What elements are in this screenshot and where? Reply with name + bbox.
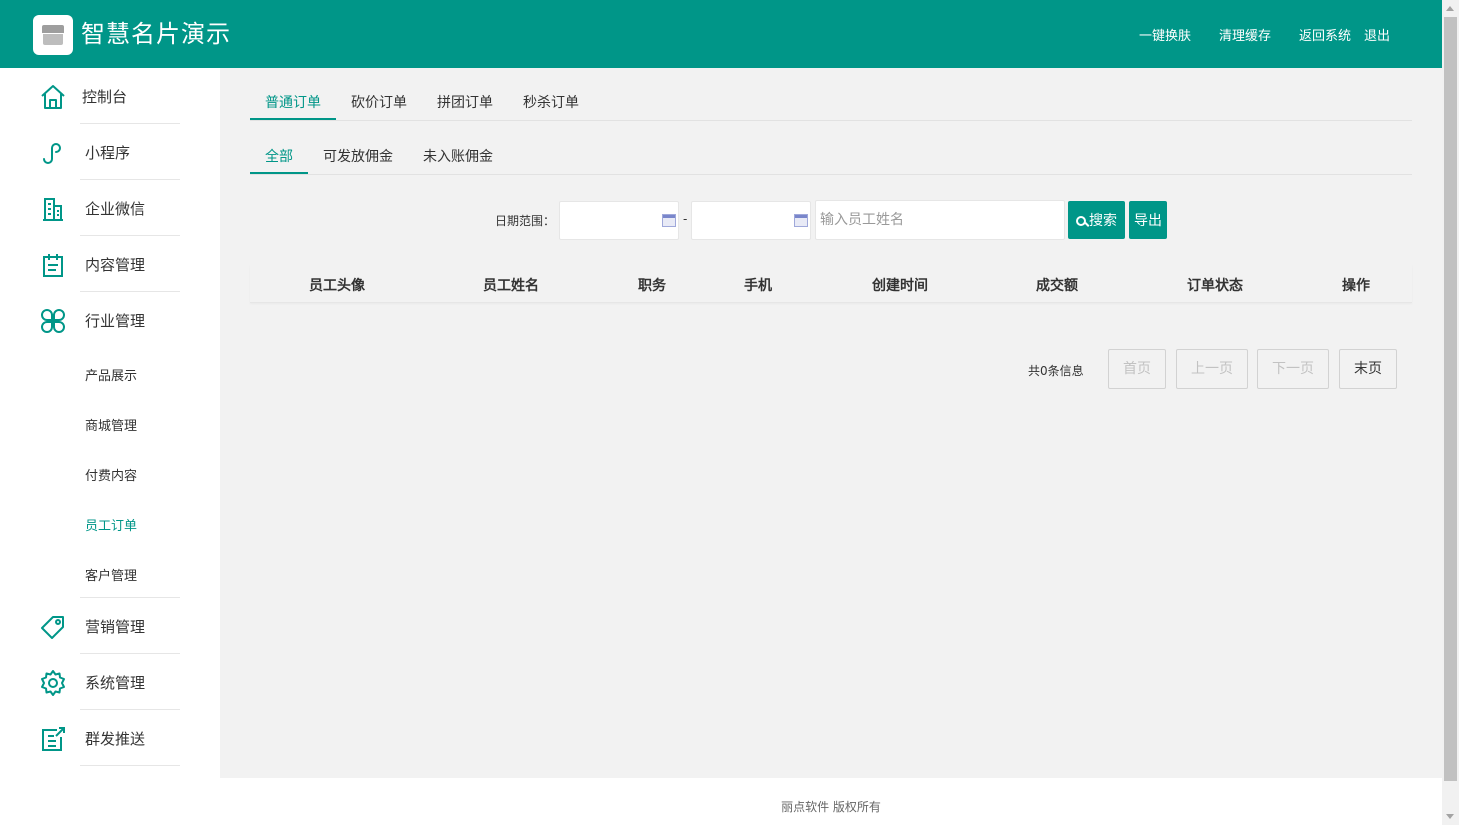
tab-normal-orders[interactable]: 普通订单 <box>265 92 321 112</box>
home-icon <box>41 85 65 109</box>
sidebar-item-label: 小程序 <box>85 144 131 162</box>
sidebar-subitem-customers[interactable]: 客户管理 <box>85 565 137 584</box>
column-header: 成交额 <box>1036 278 1078 294</box>
edit-doc-icon <box>42 727 65 751</box>
sidebar-item-miniprogram[interactable]: 小程序 <box>0 124 220 180</box>
order-type-tabs: 普通订单 砍价订单 拼团订单 秒杀订单 <box>250 68 1412 121</box>
logout-link[interactable]: 退出 <box>1364 25 1390 44</box>
staff-name-search-input[interactable] <box>815 200 1065 240</box>
orders-table-header: 员工头像 员工姓名 职务 手机 创建时间 成交额 订单状态 操作 <box>250 265 1412 303</box>
first-page-button[interactable]: 首页 <box>1108 349 1166 389</box>
gear-icon <box>41 670 65 696</box>
tag-icon <box>41 616 64 639</box>
tab-flash-sale-orders[interactable]: 秒杀订单 <box>523 92 579 112</box>
sidebar-item-label: 内容管理 <box>85 256 146 274</box>
active-tab-indicator <box>250 172 308 174</box>
search-button[interactable]: 搜索 <box>1068 201 1125 239</box>
vertical-scrollbar[interactable] <box>1442 0 1459 825</box>
sidebar-subitem-staff-orders[interactable]: 员工订单 <box>85 515 137 534</box>
column-header: 创建时间 <box>872 278 928 294</box>
calendar-icon <box>794 214 808 227</box>
prev-page-button[interactable]: 上一页 <box>1176 349 1248 389</box>
sidebar: 控制台 小程序 企业微信 内容管理 行业管理 产品展示 商城管理 付费内容 员工… <box>0 68 220 778</box>
column-header: 职务 <box>638 278 666 294</box>
column-header: 员工头像 <box>309 278 365 294</box>
building-icon <box>43 198 63 221</box>
date-range-label: 日期范围： <box>495 214 556 228</box>
scroll-thumb[interactable] <box>1444 17 1457 781</box>
sidebar-item-console[interactable]: 控制台 <box>0 68 220 124</box>
export-button[interactable]: 导出 <box>1129 201 1167 239</box>
sidebar-item-label: 企业微信 <box>85 200 146 218</box>
clear-cache-link[interactable]: 清理缓存 <box>1219 25 1271 44</box>
tab-unposted-commission[interactable]: 未入账佣金 <box>423 146 493 166</box>
sidebar-item-industry[interactable]: 行业管理 <box>0 292 220 348</box>
column-header: 员工姓名 <box>483 278 539 294</box>
start-date-input[interactable] <box>559 201 679 240</box>
clover-icon <box>41 309 65 333</box>
store-logo-icon <box>33 15 73 55</box>
search-bar: 日期范围： - 搜索 导出 <box>220 200 1442 240</box>
scroll-up-icon[interactable] <box>1446 6 1454 11</box>
top-header: 智慧名片演示 一键换肤 清理缓存 返回系统 退出 <box>0 0 1442 68</box>
sidebar-item-label: 行业管理 <box>85 312 146 330</box>
calendar-icon <box>662 214 676 227</box>
tab-payable-commission[interactable]: 可发放佣金 <box>323 146 393 166</box>
main-content: 普通订单 砍价订单 拼团订单 秒杀订单 全部 可发放佣金 未入账佣金 日期范围：… <box>220 68 1442 778</box>
pagination: 共0条信息 首页 上一页 下一页 末页 <box>220 349 1442 389</box>
search-icon <box>1076 216 1086 226</box>
sidebar-subitem-paid-content[interactable]: 付费内容 <box>85 465 137 484</box>
change-skin-link[interactable]: 一键换肤 <box>1139 25 1191 44</box>
next-page-button[interactable]: 下一页 <box>1257 349 1329 389</box>
column-header: 手机 <box>744 278 772 294</box>
total-count: 共0条信息 <box>1028 364 1084 378</box>
clipboard-icon <box>43 254 63 277</box>
sidebar-item-system[interactable]: 系统管理 <box>0 654 220 710</box>
tab-bargain-orders[interactable]: 砍价订单 <box>351 92 407 112</box>
tab-group-orders[interactable]: 拼团订单 <box>437 92 493 112</box>
scroll-down-icon[interactable] <box>1446 814 1454 819</box>
app-title: 智慧名片演示 <box>81 20 231 48</box>
active-tab-indicator <box>250 118 336 120</box>
sidebar-item-wecom[interactable]: 企业微信 <box>0 180 220 236</box>
header-links: 一键换肤 清理缓存 返回系统 退出 <box>1111 25 1390 44</box>
sidebar-subitem-products[interactable]: 产品展示 <box>85 365 137 384</box>
sidebar-item-label: 系统管理 <box>85 674 146 692</box>
last-page-button[interactable]: 末页 <box>1339 349 1397 389</box>
copyright-text: 丽点软件 版权所有 <box>781 800 881 814</box>
end-date-input[interactable] <box>691 201 811 240</box>
commission-tabs: 全部 可发放佣金 未入账佣金 <box>250 121 1412 175</box>
sidebar-item-label: 群发推送 <box>85 730 146 748</box>
sidebar-item-content[interactable]: 内容管理 <box>0 236 220 292</box>
tab-all[interactable]: 全部 <box>265 146 293 166</box>
sidebar-item-marketing[interactable]: 营销管理 <box>0 598 220 654</box>
column-header: 操作 <box>1342 278 1370 294</box>
back-to-system-link[interactable]: 返回系统 <box>1299 25 1351 44</box>
sidebar-item-label: 控制台 <box>82 88 128 106</box>
miniprogram-icon <box>43 143 62 164</box>
sidebar-item-label: 营销管理 <box>85 618 146 636</box>
footer: 丽点软件 版权所有 <box>0 778 1442 825</box>
date-separator: - <box>683 212 688 226</box>
sidebar-item-broadcast[interactable]: 群发推送 <box>0 710 220 766</box>
sidebar-subitem-mall[interactable]: 商城管理 <box>85 415 137 434</box>
column-header: 订单状态 <box>1187 278 1243 294</box>
